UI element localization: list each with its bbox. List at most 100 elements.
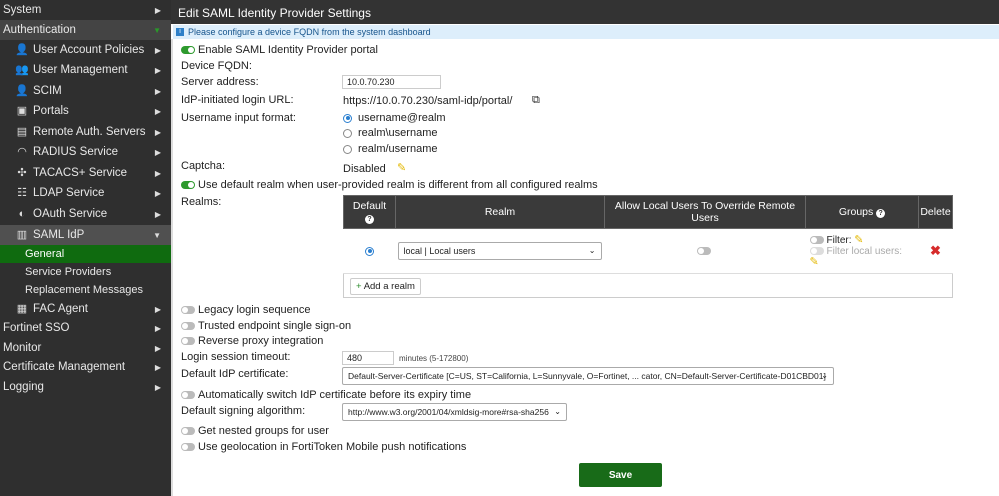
saml-icon: ▥ xyxy=(16,228,28,241)
nav-replacement-messages[interactable]: Replacement Messages xyxy=(0,281,171,299)
edit-filter-icon[interactable]: ✎ xyxy=(854,234,863,246)
help-icon[interactable]: ? xyxy=(876,209,886,218)
toggle-off-icon xyxy=(181,337,195,346)
nested-groups-toggle[interactable]: Get nested groups for user xyxy=(181,425,329,437)
nav-radius-service[interactable]: ◠ RADIUS Service ▶ xyxy=(0,142,171,162)
default-realm-toggle[interactable]: Use default realm when user-provided rea… xyxy=(181,179,598,191)
toggle-label: Legacy login sequence xyxy=(198,304,311,316)
nav-fortinet-sso[interactable]: Fortinet SSO ▶ xyxy=(0,318,171,338)
nav-general[interactable]: General xyxy=(0,245,171,263)
fac-agent-icon: ▦ xyxy=(16,302,28,315)
filter-local-toggle[interactable]: Filter local users: xyxy=(809,246,919,257)
captcha-label: Captcha: xyxy=(181,160,226,172)
reverse-proxy-toggle[interactable]: Reverse proxy integration xyxy=(181,335,323,347)
captcha-value: Disabled xyxy=(343,163,386,175)
enable-portal-toggle[interactable]: Enable SAML Identity Provider portal xyxy=(181,44,378,56)
filter-toggle[interactable]: Filter: ✎ xyxy=(809,234,919,246)
toggle-off-icon xyxy=(181,322,195,331)
default-radio[interactable] xyxy=(365,246,374,256)
realm-cell: local | Local users ⌄ xyxy=(395,228,605,274)
user-policy-icon: 👤 xyxy=(15,43,29,56)
nav-oauth-service[interactable]: ◐ OAuth Service ▶ xyxy=(0,204,171,224)
chevron-down-icon: ▼ xyxy=(153,230,161,240)
timeout-label: Login session timeout: xyxy=(181,351,291,363)
cert-select[interactable]: Default-Server-Certificate [C=US, ST=Cal… xyxy=(342,367,834,385)
info-message: Please configure a device FQDN from the … xyxy=(188,27,431,37)
nav-system[interactable]: System ▶ xyxy=(0,0,171,20)
nav-label: Logging xyxy=(3,381,44,393)
signing-select[interactable]: http://www.w3.org/2001/04/xmldsig-more#r… xyxy=(342,403,567,421)
toggle-on-icon xyxy=(181,46,195,55)
chevron-right-icon: ▶ xyxy=(154,45,161,55)
radio-username-at-realm[interactable]: username@realm xyxy=(343,112,446,124)
realm-select[interactable]: local | Local users ⌄ xyxy=(397,242,602,260)
nav-portals[interactable]: ▣ Portals ▶ xyxy=(0,101,171,121)
info-icon: i xyxy=(176,28,184,36)
toggle-on-icon xyxy=(181,181,195,190)
chevron-right-icon: ▶ xyxy=(154,362,161,372)
oauth-icon: ◐ xyxy=(18,207,26,220)
nav-label: SAML IdP xyxy=(33,229,85,241)
toggle-off-icon xyxy=(809,246,824,255)
help-icon[interactable]: ? xyxy=(365,215,374,224)
trusted-endpoint-toggle[interactable]: Trusted endpoint single sign-on xyxy=(181,320,351,332)
signing-label: Default signing algorithm: xyxy=(181,405,306,417)
server-address-label: Server address: xyxy=(181,76,259,88)
save-button[interactable]: Save xyxy=(579,463,662,487)
auto-switch-toggle[interactable]: Automatically switch IdP certificate bef… xyxy=(181,389,471,401)
copy-icon[interactable]: ⧉ xyxy=(532,94,540,107)
server-address-input[interactable]: 10.0.70.230 xyxy=(342,75,441,89)
chevron-right-icon: ▶ xyxy=(154,382,161,392)
select-value: local | Local users xyxy=(403,246,476,256)
nav-label: Fortinet SSO xyxy=(3,322,70,334)
nav-ldap-service[interactable]: ☷ LDAP Service ▶ xyxy=(0,183,171,203)
edit-captcha-icon[interactable]: ✎ xyxy=(397,161,406,174)
radio-realm-slash-username[interactable]: realm/username xyxy=(343,143,437,155)
portal-icon: ▣ xyxy=(16,104,28,117)
legacy-login-toggle[interactable]: Legacy login sequence xyxy=(181,304,311,316)
nav-remote-auth-servers[interactable]: ▤ Remote Auth. Servers ▶ xyxy=(0,122,171,142)
nav-scim[interactable]: 👤 SCIM ▶ xyxy=(0,81,171,101)
nav-label: FAC Agent xyxy=(33,303,88,315)
chevron-right-icon: ▶ xyxy=(154,304,161,314)
realms-table: Default? Realm Allow Local Users To Over… xyxy=(343,195,953,298)
server-icon: ▤ xyxy=(16,125,28,138)
nav-tacacs-service[interactable]: ✣ TACACS+ Service ▶ xyxy=(0,163,171,183)
select-value: Default-Server-Certificate [C=US, ST=Cal… xyxy=(348,371,826,381)
nav-user-management[interactable]: 👥 User Management ▶ xyxy=(0,60,171,80)
toggle-label: Use default realm when user-provided rea… xyxy=(198,179,598,191)
timeout-hint: minutes (5-172800) xyxy=(399,354,469,363)
geolocation-toggle[interactable]: Use geolocation in FortiToken Mobile pus… xyxy=(181,441,466,453)
nav-certificate-management[interactable]: Certificate Management ▶ xyxy=(0,357,171,377)
toggle-off-icon xyxy=(181,443,195,452)
nav-authentication[interactable]: Authentication ▼ xyxy=(0,20,171,40)
settings-form: Enable SAML Identity Provider portal Dev… xyxy=(171,39,997,496)
groups-cell: Filter: ✎ Filter local users: ✎ xyxy=(805,228,919,274)
nav-monitor[interactable]: Monitor ▶ xyxy=(0,338,171,358)
chevron-down-icon: ⌄ xyxy=(821,371,828,380)
nav-fac-agent[interactable]: ▦ FAC Agent ▶ xyxy=(0,299,171,319)
nav-service-providers[interactable]: Service Providers xyxy=(0,263,171,281)
nav-logging[interactable]: Logging ▶ xyxy=(0,377,171,397)
nav-saml-idp[interactable]: ▥ SAML IdP ▼ xyxy=(0,225,171,245)
edit-filter-local-icon[interactable]: ✎ xyxy=(810,256,919,268)
plus-icon: + xyxy=(356,280,362,292)
nav-label: Service Providers xyxy=(25,266,112,278)
add-realm-button[interactable]: + Add a realm xyxy=(350,277,421,295)
chevron-right-icon: ▶ xyxy=(154,127,161,137)
col-delete: Delete xyxy=(918,195,953,229)
filter-label: Filter: xyxy=(826,234,852,246)
col-realm: Realm xyxy=(395,195,605,229)
nav-user-account-policies[interactable]: 👤 User Account Policies ▶ xyxy=(0,40,171,60)
scim-icon: 👤 xyxy=(15,84,29,97)
chevron-right-icon: ▶ xyxy=(154,343,161,353)
radio-checked-icon xyxy=(343,113,352,123)
radio-icon xyxy=(343,144,352,154)
toggle-label: Trusted endpoint single sign-on xyxy=(198,320,352,332)
timeout-input[interactable]: 480 xyxy=(342,351,394,365)
override-toggle[interactable] xyxy=(696,247,711,256)
delete-icon[interactable]: ✖ xyxy=(918,228,953,274)
chevron-right-icon: ▶ xyxy=(154,168,161,178)
radio-realm-backslash-username[interactable]: realm\username xyxy=(343,127,437,139)
col-allow-override: Allow Local Users To Override Remote Use… xyxy=(604,195,806,229)
